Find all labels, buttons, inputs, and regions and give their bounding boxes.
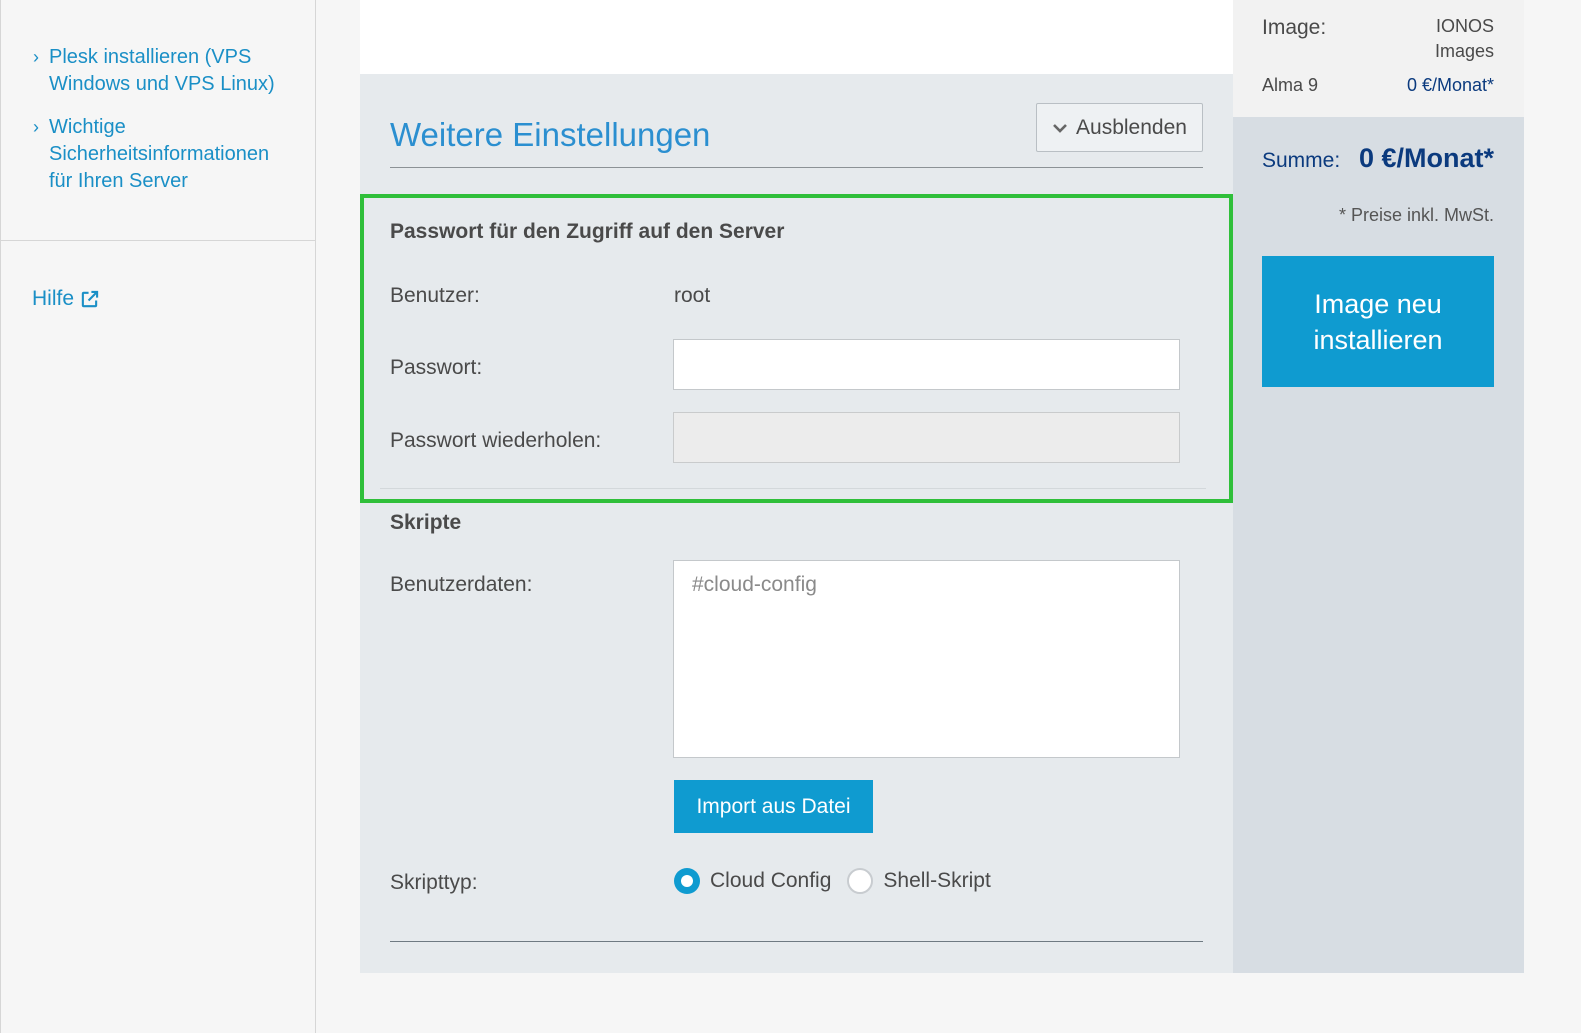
external-link-icon: [81, 290, 99, 307]
sidebar-link-plesk[interactable]: › Plesk installieren (VPS Windows und VP…: [33, 44, 295, 98]
import-from-file-button[interactable]: Import aus Datei: [674, 780, 873, 833]
userdata-label: Benutzerdaten:: [390, 573, 533, 596]
user-label: Benutzer:: [390, 284, 480, 307]
divider: [390, 941, 1203, 942]
user-value: root: [674, 284, 711, 307]
image-value: IONOS Images: [1435, 14, 1494, 64]
radio-shell-script-label[interactable]: Shell-Skript: [883, 869, 990, 893]
sidebar-link-label: Plesk installieren (VPS Windows und VPS …: [49, 46, 275, 95]
sidebar-links: › Plesk installieren (VPS Windows und VP…: [1, 0, 315, 241]
reinstall-image-label: Image neu installieren: [1313, 288, 1443, 355]
chevron-right-icon: ›: [33, 117, 39, 137]
chevron-down-icon: [1053, 123, 1067, 133]
scripts-heading: Skripte: [390, 511, 462, 534]
section-title: Weitere Einstellungen: [390, 116, 711, 153]
sum-value: 0 €/Monat*: [1358, 143, 1494, 173]
settings-panel: Weitere Einstellungen Ausblenden Passwor…: [360, 74, 1233, 973]
divider: [390, 167, 1203, 168]
password-repeat-label: Passwort wiederholen:: [390, 429, 602, 452]
radio-cloud-config-label[interactable]: Cloud Config: [710, 869, 831, 893]
image-label: Image:: [1262, 16, 1327, 39]
price-summary: Summe: 0 €/Monat* * Preise inkl. MwSt. I…: [1233, 117, 1524, 973]
help-link[interactable]: Hilfe: [32, 287, 99, 311]
import-button-label: Import aus Datei: [696, 794, 851, 818]
sum-label: Summe:: [1262, 149, 1341, 172]
password-label: Passwort:: [390, 356, 483, 379]
main-top-spacer: [360, 0, 1233, 74]
radio-shell-script[interactable]: [847, 868, 874, 894]
scripttype-radio-group: Cloud Config Shell-Skript: [674, 868, 997, 894]
password-section-heading: Passwort für den Zugriff auf den Server: [390, 220, 785, 243]
sidebar-link-security-info[interactable]: › Wichtige Sicherheitsinformationen für …: [33, 114, 295, 195]
password-repeat-field[interactable]: [673, 412, 1180, 463]
hide-settings-button[interactable]: Ausblenden: [1036, 103, 1203, 152]
radio-cloud-config[interactable]: [674, 868, 700, 894]
divider: [380, 488, 1206, 489]
page: › Plesk installieren (VPS Windows und VP…: [0, 0, 1581, 1033]
hide-settings-label: Ausblenden: [1076, 115, 1187, 139]
image-value-line1: IONOS: [1435, 16, 1494, 36]
scripttype-label: Skripttyp:: [390, 871, 478, 894]
sidebar-link-label: Wichtige Sicherheitsinformationen für Ih…: [49, 116, 270, 192]
help-link-label: Hilfe: [32, 287, 75, 310]
password-field[interactable]: [673, 339, 1180, 390]
os-price: 0 €/Monat*: [1406, 75, 1494, 95]
sidebar: › Plesk installieren (VPS Windows und VP…: [0, 0, 316, 1033]
chevron-right-icon: ›: [33, 47, 39, 67]
os-name: Alma 9: [1262, 75, 1319, 95]
userdata-textarea[interactable]: [673, 560, 1180, 758]
image-summary: Image: IONOS Images Alma 9 0 €/Monat*: [1233, 0, 1524, 117]
image-value-line2: Images: [1434, 41, 1494, 61]
reinstall-image-button[interactable]: Image neu installieren: [1262, 256, 1494, 387]
password-section: Passwort für den Zugriff auf den Server …: [360, 194, 1233, 503]
price-note: * Preise inkl. MwSt.: [1338, 205, 1494, 225]
